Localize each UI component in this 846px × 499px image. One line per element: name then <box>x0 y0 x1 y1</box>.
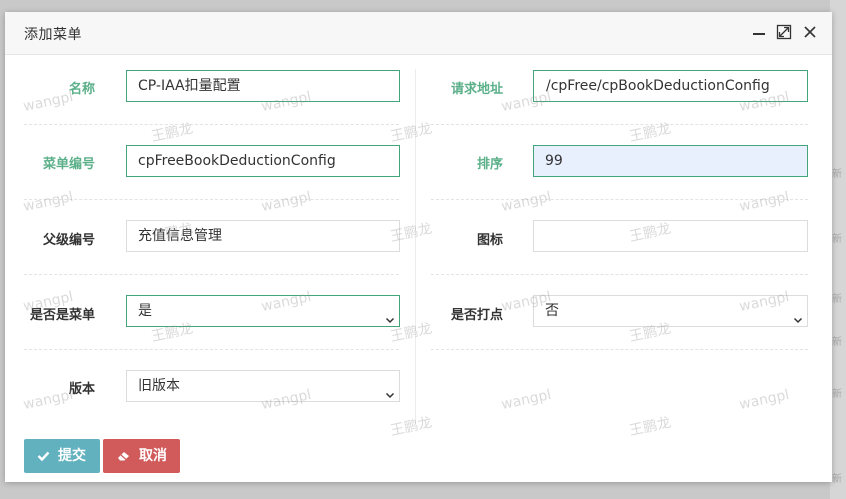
dialog-form: 名称 CP-IAA扣量配置 请求地址 /cpFree/cpBookDeducti… <box>5 55 832 482</box>
add-menu-dialog: 添加菜单 名称 CP-IAA扣量配置 请求地址 /cpFree/cpBookDe… <box>5 12 832 482</box>
background-cell-text: 新 <box>832 169 842 180</box>
is-track-value: 否 <box>545 303 559 319</box>
check-icon <box>37 451 50 462</box>
dialog-title-bar: 添加菜单 <box>5 12 832 55</box>
maximize-icon[interactable] <box>776 24 792 40</box>
chevron-down-icon <box>385 381 395 399</box>
row-separator <box>24 274 399 275</box>
sort-label: 排序 <box>476 157 503 172</box>
row-separator <box>431 274 808 275</box>
eraser-icon <box>118 452 129 461</box>
background-cell-text: 新 <box>832 337 842 348</box>
chevron-down-icon <box>793 306 803 324</box>
background-table-edge: 新 新 新 新 新 新 <box>830 0 846 499</box>
is-menu-label: 是否是菜单 <box>29 308 95 323</box>
sort-input[interactable]: 99 <box>533 145 808 177</box>
parent-code-input[interactable]: 充值信息管理 <box>126 220 400 252</box>
background-cell-text: 新 <box>832 474 842 485</box>
chevron-down-icon <box>385 306 395 324</box>
submit-button-label: 提交 <box>58 448 86 464</box>
cancel-button[interactable]: 取消 <box>103 439 180 473</box>
parent-code-label: 父级编号 <box>42 233 95 248</box>
minimize-icon[interactable] <box>751 24 767 40</box>
row-separator <box>431 124 808 125</box>
submit-button[interactable]: 提交 <box>24 439 100 473</box>
name-label: 名称 <box>68 82 95 97</box>
is-track-select[interactable]: 否 <box>533 295 808 327</box>
url-input[interactable]: /cpFree/cpBookDeductionConfig <box>533 70 808 102</box>
is-menu-select[interactable]: 是 <box>126 295 400 327</box>
background-cell-text: 新 <box>832 294 842 305</box>
row-separator <box>431 349 808 350</box>
version-select[interactable]: 旧版本 <box>126 370 400 402</box>
url-label: 请求地址 <box>450 82 503 97</box>
cancel-button-label: 取消 <box>139 448 167 464</box>
row-separator <box>431 199 808 200</box>
version-label: 版本 <box>68 382 95 397</box>
row-separator <box>24 349 399 350</box>
background-cell-text: 新 <box>832 234 842 245</box>
dialog-title: 添加菜单 <box>24 27 82 43</box>
is-track-label: 是否打点 <box>450 308 503 323</box>
name-input[interactable]: CP-IAA扣量配置 <box>126 70 400 102</box>
menu-code-label: 菜单编号 <box>42 157 95 172</box>
row-separator <box>24 124 399 125</box>
icon-input[interactable] <box>533 220 808 252</box>
icon-label: 图标 <box>476 233 503 248</box>
background-cell-text: 新 <box>832 389 842 400</box>
menu-code-input[interactable]: cpFreeBookDeductionConfig <box>126 145 400 177</box>
is-menu-value: 是 <box>138 303 152 319</box>
version-value: 旧版本 <box>138 378 180 394</box>
close-icon[interactable] <box>802 24 818 40</box>
row-separator <box>24 199 399 200</box>
